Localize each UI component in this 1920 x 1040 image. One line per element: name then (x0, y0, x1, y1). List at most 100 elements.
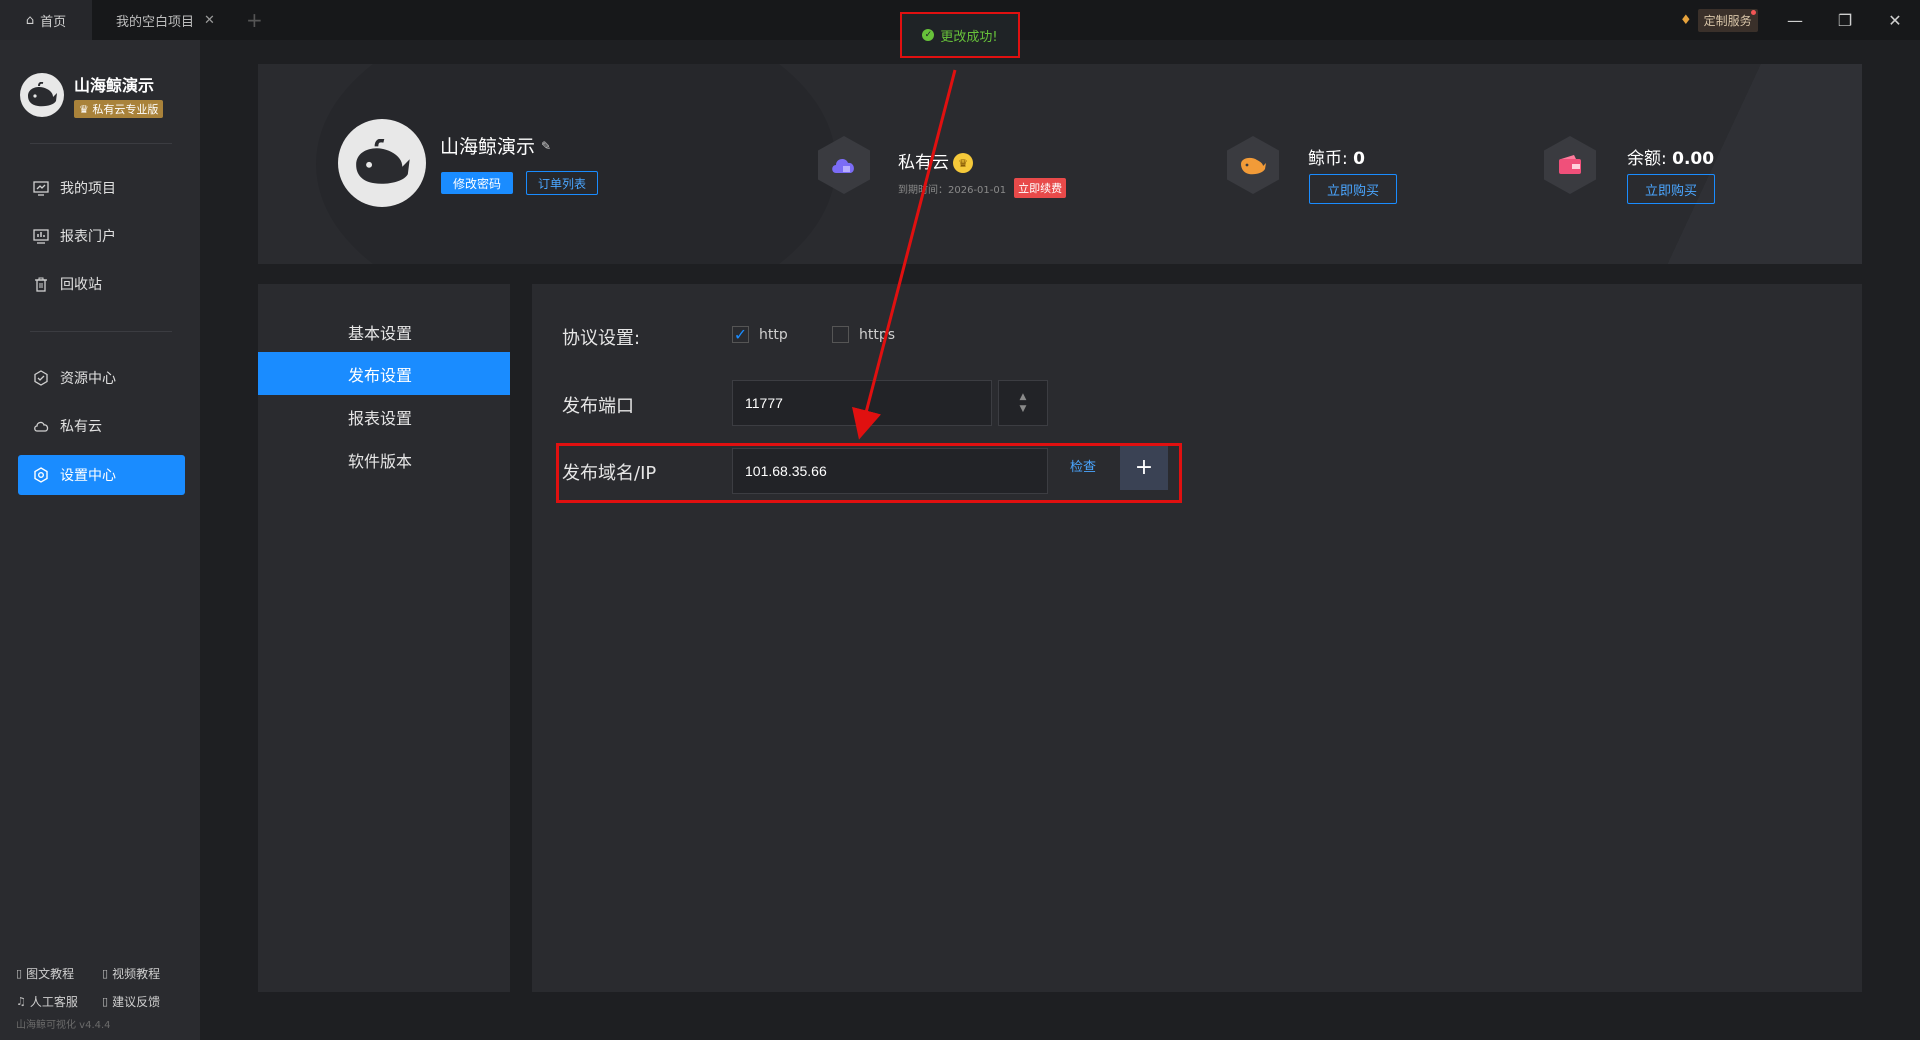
video-tutorial-link[interactable]: ▯ 视频教程 (102, 965, 160, 982)
sidebar-item-report-portal[interactable]: 报表门户 (18, 216, 185, 256)
close-tab-icon[interactable]: ✕ (204, 13, 215, 28)
balance-value: 0.00 (1672, 149, 1715, 169)
user-name: 山海鲸演示 ✎ (440, 132, 551, 159)
add-tab-icon[interactable]: + (246, 8, 263, 32)
private-cloud-title: 私有云 ♛ (898, 148, 973, 173)
private-cloud-label: 私有云 (898, 153, 949, 173)
divider (30, 331, 172, 332)
expiry-date: 到期时间：2026-01-01 (898, 184, 1007, 196)
feedback-link[interactable]: ▯ 建议反馈 (102, 993, 160, 1010)
tab-home[interactable]: ⌂ 首页 (0, 0, 92, 40)
custom-service-label: 定制服务 (1697, 8, 1758, 32)
sidebar-item-label: 私有云 (60, 419, 102, 435)
avatar[interactable] (338, 119, 426, 207)
monitor-chart-icon (32, 180, 50, 196)
expiry-row: 到期时间：2026-01-01 立即续费 (898, 178, 1067, 198)
check-circle-icon: ✓ (922, 29, 935, 41)
tab-project[interactable]: 我的空白项目 ✕ (100, 0, 230, 40)
renew-button[interactable]: 立即续费 (1014, 178, 1067, 198)
tab-project-label: 我的空白项目 (116, 14, 195, 30)
feedback-icon: ▯ (102, 995, 109, 1008)
sidebar-item-label: 报表门户 (60, 229, 116, 245)
protocol-label: 协议设置: (562, 328, 641, 349)
edition-badge: ♛ 私有云专业版 (74, 100, 164, 118)
chevron-down-icon[interactable]: ▼ (1020, 403, 1027, 415)
sidebar-item-private-cloud[interactable]: 私有云 (18, 406, 185, 446)
tutorial-link[interactable]: ▯ 图文教程 (16, 965, 74, 982)
toast-message: 更改成功! (940, 29, 998, 45)
profile-card: 山海鲸演示 ✎ 修改密码 订单列表 私有云 ♛ 到期时间：2026-01-01 立… (258, 64, 1862, 264)
notification-dot (1750, 9, 1756, 15)
order-list-button[interactable]: 订单列表 (526, 171, 598, 195)
check-domain-link[interactable]: 检查 (1070, 456, 1096, 475)
balance-label: 余额: (1627, 149, 1667, 169)
coins-title: 鲸币: 0 (1308, 144, 1365, 169)
sidebar: 山海鲸演示 ♛ 私有云专业版 我的项目 报表门户 回收站 资源中心 私有云 设置… (0, 40, 200, 1040)
diamond-icon: ♦ (1680, 12, 1692, 28)
help-label: 图文教程 (26, 967, 75, 981)
gear-icon (32, 467, 50, 483)
document-icon: ▯ (16, 967, 23, 980)
minimize-icon[interactable]: — (1780, 8, 1810, 32)
change-password-button[interactable]: 修改密码 (441, 172, 513, 194)
protocol-option-label: https (859, 326, 896, 343)
edit-icon[interactable]: ✎ (541, 139, 551, 153)
tab-publish-settings[interactable]: 发布设置 (258, 352, 510, 395)
brand-name: 山海鲸演示 (74, 76, 155, 95)
sidebar-item-settings-center[interactable]: 设置中心 (18, 455, 185, 495)
success-toast: ✓ 更改成功! (900, 12, 1020, 58)
sidebar-item-label: 资源中心 (60, 371, 116, 387)
tab-basic-settings[interactable]: 基本设置 (258, 310, 510, 353)
domain-label: 发布域名/IP (562, 463, 657, 484)
sidebar-item-my-projects[interactable]: 我的项目 (18, 168, 185, 208)
cloud-icon (32, 419, 50, 433)
sidebar-item-label: 设置中心 (60, 468, 116, 484)
balance-title: 余额: 0.00 (1627, 144, 1714, 169)
whale-logo-icon (20, 73, 64, 117)
publish-settings-panel: 协议设置: ✓ http https 发布端口 11777 ▲ ▼ 发布域名/I… (532, 284, 1862, 992)
sidebar-item-label: 回收站 (60, 277, 102, 293)
protocol-http-checkbox[interactable]: ✓ http (732, 325, 788, 344)
buy-balance-button[interactable]: 立即购买 (1627, 174, 1715, 204)
checkbox-unchecked-icon (832, 326, 849, 343)
home-icon: ⌂ (25, 12, 35, 28)
port-label: 发布端口 (562, 396, 634, 417)
version-text: 山海鲸可视化 v4.4.4 (16, 1020, 111, 1031)
coins-value: 0 (1353, 149, 1365, 169)
chevron-up-icon[interactable]: ▲ (1020, 391, 1027, 403)
protocol-option-label: http (759, 326, 788, 343)
crown-icon: ♛ (953, 153, 973, 173)
protocol-https-checkbox[interactable]: https (832, 326, 895, 343)
help-label: 人工客服 (29, 995, 78, 1009)
tab-home-label: 首页 (40, 14, 67, 30)
sidebar-item-recycle-bin[interactable]: 回收站 (18, 264, 185, 304)
customer-service-link[interactable]: ♫ 人工客服 (16, 993, 78, 1010)
headset-icon: ♫ (16, 995, 26, 1008)
custom-service-button[interactable]: ♦ 定制服务 (1680, 8, 1758, 32)
checkbox-checked-icon: ✓ (732, 325, 749, 344)
buy-coins-button[interactable]: 立即购买 (1309, 174, 1397, 204)
help-label: 建议反馈 (112, 995, 161, 1009)
port-stepper[interactable]: ▲ ▼ (998, 380, 1048, 426)
tab-report-settings[interactable]: 报表设置 (258, 395, 510, 438)
whale-coin-icon (1227, 136, 1279, 194)
wallet-icon (1544, 136, 1596, 194)
coins-label: 鲸币: (1308, 149, 1348, 169)
restore-icon[interactable]: ❐ (1830, 8, 1860, 32)
settings-nav: 基本设置 发布设置 报表设置 软件版本 (258, 284, 510, 992)
divider (30, 143, 172, 144)
tab-software-version[interactable]: 软件版本 (258, 438, 510, 481)
custom-service-text: 定制服务 (1703, 13, 1752, 28)
main-content: 山海鲸演示 ✎ 修改密码 订单列表 私有云 ♛ 到期时间：2026-01-01 立… (200, 40, 1920, 1040)
brand: 山海鲸演示 ♛ 私有云专业版 (20, 72, 164, 118)
hexagon-icon (32, 370, 50, 386)
sidebar-item-resource-center[interactable]: 资源中心 (18, 358, 185, 398)
close-window-icon[interactable]: ✕ (1880, 8, 1910, 32)
sidebar-item-label: 我的项目 (60, 181, 116, 197)
add-domain-button[interactable]: + (1120, 444, 1168, 490)
user-name-text: 山海鲸演示 (440, 136, 536, 158)
trash-icon (32, 277, 50, 292)
domain-input[interactable]: 101.68.35.66 (732, 448, 1048, 494)
port-input[interactable]: 11777 (732, 380, 992, 426)
report-icon (32, 228, 50, 244)
